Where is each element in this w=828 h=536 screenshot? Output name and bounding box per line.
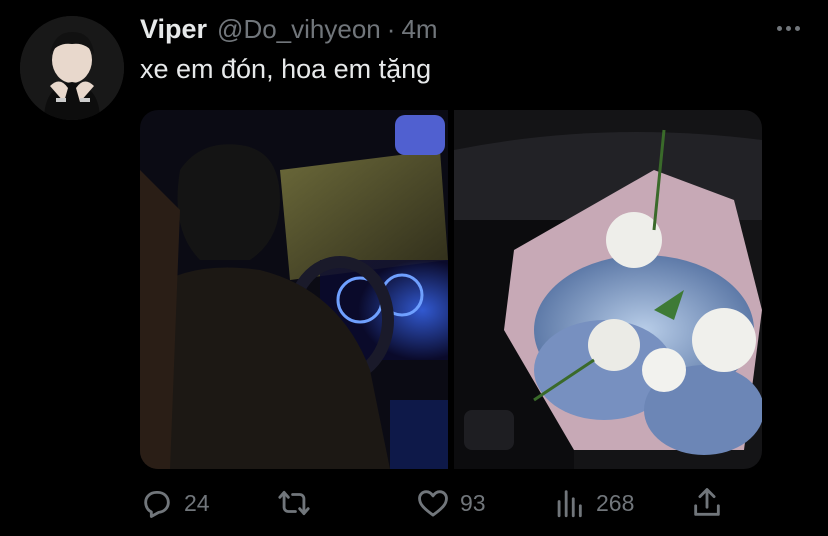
like-icon [418, 490, 448, 517]
avatar[interactable] [20, 16, 124, 120]
more-icon[interactable] [777, 26, 800, 31]
views-button[interactable]: 268 [552, 484, 634, 522]
share-button[interactable] [690, 484, 724, 522]
photo-bouquet[interactable] [454, 110, 762, 469]
like-button[interactable]: 93 [416, 484, 486, 522]
photo-driving[interactable] [140, 110, 448, 469]
user-handle[interactable]: @Do_vihyeon [217, 14, 381, 45]
reply-count: 24 [184, 489, 210, 516]
tweet-actions: 24 93 268 [140, 484, 730, 522]
retweet-icon [278, 490, 310, 516]
display-name[interactable]: Viper [140, 14, 207, 45]
tweet-text: xe em đón, hoa em tặng [140, 54, 432, 84]
views-count: 268 [596, 489, 635, 516]
tweet-timestamp[interactable]: 4m [401, 14, 437, 45]
views-icon [557, 490, 582, 518]
media-grid [140, 110, 762, 469]
retweet-button[interactable] [277, 484, 321, 522]
avatar-image [20, 16, 124, 120]
separator-dot: · [386, 14, 396, 44]
share-icon [694, 488, 720, 516]
reply-button[interactable]: 24 [140, 484, 210, 522]
tweet-header: Viper @Do_vihyeon · 4m [140, 14, 438, 50]
like-count: 93 [460, 489, 486, 516]
reply-icon [144, 490, 170, 518]
